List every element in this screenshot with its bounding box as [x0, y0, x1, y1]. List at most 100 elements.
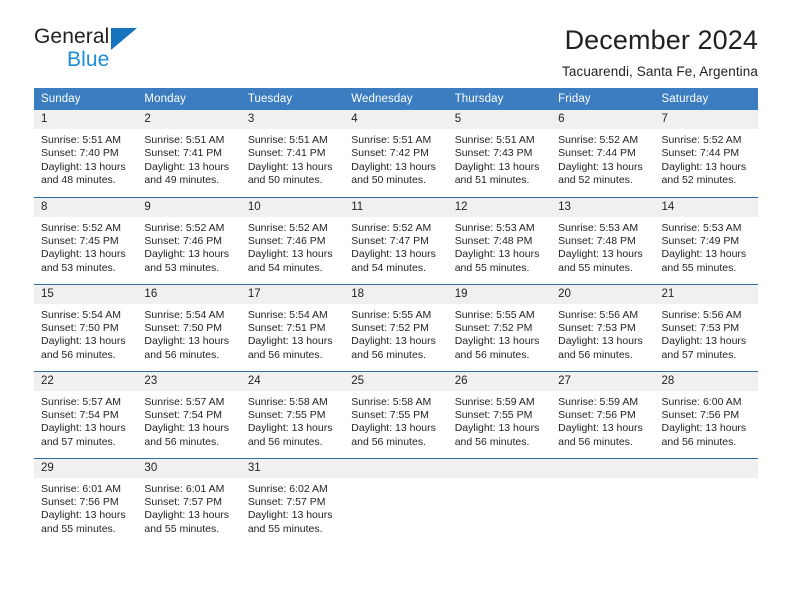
sunrise-text: Sunrise: 6:02 AM	[247, 482, 328, 495]
day-number: 6	[551, 110, 655, 129]
page-header: General Blue December 2024 Tacuarendi, S…	[0, 0, 792, 80]
calendar-day-cell[interactable]: 13 Sunrise: 5:53 AM Sunset: 7:48 PM Dayligh…	[551, 196, 655, 284]
calendar-day-cell[interactable]: 2 Sunrise: 5:51 AM Sunset: 7:41 PM Daylight…	[137, 110, 241, 197]
day-detail-block: Sunrise: 5:59 AM Sunset: 7:56 PM Daylight:…	[551, 391, 654, 450]
daylight-text-line2: and 56 minutes.	[558, 435, 633, 448]
calendar-day-cell[interactable]: 22 Sunrise: 5:57 AM Sunset: 7:54 PM Dayligh…	[34, 370, 138, 458]
daylight-text-line1: Daylight: 13 hours	[558, 422, 643, 435]
daylight-text-line1: Daylight: 13 hours	[661, 160, 747, 173]
calendar-day-cell[interactable]: 21 Sunrise: 5:56 AM Sunset: 7:53 PM Dayligh…	[654, 283, 758, 371]
sunrise-text: Sunrise: 5:54 AM	[41, 308, 121, 321]
day-number: 8	[34, 197, 138, 217]
daylight-text-line2: and 56 minutes.	[144, 348, 220, 361]
daylight-text-line1: Daylight: 13 hours	[41, 248, 126, 261]
day-detail-block: Sunrise: 5:57 AM Sunset: 7:54 PM Daylight:…	[137, 391, 240, 450]
sunrise-text: Sunrise: 5:52 AM	[558, 134, 639, 146]
calendar-week-row: 15 Sunrise: 5:54 AM Sunset: 7:50 PM Dayligh…	[34, 283, 758, 371]
sunrise-text: Sunrise: 5:55 AM	[454, 308, 535, 321]
sunset-text: Sunset: 7:54 PM	[144, 408, 223, 421]
day-detail-block: Sunrise: 5:56 AM Sunset: 7:53 PM Daylight:…	[655, 304, 758, 363]
calendar-day-cell[interactable]: 15 Sunrise: 5:54 AM Sunset: 7:50 PM Dayligh…	[34, 283, 138, 371]
daylight-text-line2: and 54 minutes.	[351, 261, 426, 274]
sunset-text: Sunset: 7:41 PM	[247, 147, 326, 160]
calendar-day-cell[interactable]: 29 Sunrise: 6:01 AM Sunset: 7:56 PM Dayligh…	[34, 457, 138, 545]
weekday-header-sunday: Sunday	[34, 88, 138, 110]
weekday-header-friday: Friday	[551, 88, 655, 110]
calendar-day-cell[interactable]: 16 Sunrise: 5:54 AM Sunset: 7:50 PM Dayligh…	[137, 283, 241, 371]
calendar-day-cell[interactable]: 30 Sunrise: 6:01 AM Sunset: 7:57 PM Dayligh…	[137, 457, 241, 545]
calendar-day-cell[interactable]: 9 Sunrise: 5:52 AM Sunset: 7:46 PM Daylight…	[137, 196, 241, 284]
sunset-text: Sunset: 7:54 PM	[41, 408, 119, 421]
day-number: 5	[447, 110, 552, 129]
sunrise-text: Sunrise: 5:52 AM	[41, 221, 121, 234]
daylight-text-line1: Daylight: 13 hours	[454, 335, 540, 348]
calendar-day-cell[interactable]: 3 Sunrise: 5:51 AM Sunset: 7:41 PM Daylight…	[240, 110, 345, 197]
sunset-text: Sunset: 7:55 PM	[351, 408, 429, 421]
calendar-day-cell[interactable]: 28 Sunrise: 6:00 AM Sunset: 7:56 PM Dayligh…	[654, 370, 758, 458]
sunset-text: Sunset: 7:40 PM	[41, 147, 119, 160]
sunrise-text: Sunrise: 5:51 AM	[144, 134, 225, 146]
calendar-day-cell[interactable]: 23 Sunrise: 5:57 AM Sunset: 7:54 PM Dayligh…	[137, 370, 241, 458]
calendar-day-cell[interactable]: 11 Sunrise: 5:52 AM Sunset: 7:47 PM Dayligh…	[344, 196, 448, 284]
day-detail-block: Sunrise: 5:58 AM Sunset: 7:55 PM Daylight:…	[344, 391, 447, 450]
general-blue-logo[interactable]: General Blue	[34, 26, 154, 74]
sunrise-text: Sunrise: 5:52 AM	[247, 221, 328, 234]
calendar-day-cell[interactable]: 24 Sunrise: 5:58 AM Sunset: 7:55 PM Dayligh…	[240, 370, 345, 458]
calendar-day-cell[interactable]: 31 Sunrise: 6:02 AM Sunset: 7:57 PM Dayligh…	[240, 457, 345, 545]
day-number: 12	[447, 197, 552, 217]
sunrise-text: Sunrise: 6:01 AM	[144, 482, 225, 495]
sunset-text: Sunset: 7:47 PM	[351, 234, 429, 247]
calendar-day-cell[interactable]: 6 Sunrise: 5:52 AM Sunset: 7:44 PM Daylight…	[551, 110, 655, 197]
sunset-text: Sunset: 7:48 PM	[558, 234, 636, 247]
daylight-text-line2: and 56 minutes.	[661, 435, 737, 448]
day-number: 19	[447, 284, 552, 304]
calendar-day-cell[interactable]: 25 Sunrise: 5:58 AM Sunset: 7:55 PM Dayligh…	[344, 370, 448, 458]
sunrise-text: Sunrise: 5:51 AM	[41, 134, 121, 146]
daylight-text-line1: Daylight: 13 hours	[41, 335, 126, 348]
sunset-text: Sunset: 7:51 PM	[247, 321, 326, 334]
calendar-day-cell[interactable]: 17 Sunrise: 5:54 AM Sunset: 7:51 PM Dayligh…	[240, 283, 345, 371]
day-number: 28	[654, 371, 758, 391]
sunrise-text: Sunrise: 5:53 AM	[454, 221, 535, 234]
day-detail-block: Sunrise: 5:51 AM Sunset: 7:43 PM Daylight:…	[448, 129, 551, 188]
calendar-day-cell[interactable]: 26 Sunrise: 5:59 AM Sunset: 7:55 PM Dayligh…	[447, 370, 552, 458]
daylight-text-line1: Daylight: 13 hours	[351, 335, 436, 348]
day-detail-block: Sunrise: 5:51 AM Sunset: 7:41 PM Daylight:…	[241, 129, 344, 188]
daylight-text-line1: Daylight: 13 hours	[661, 335, 747, 348]
weekday-header-wednesday: Wednesday	[344, 88, 448, 110]
day-detail-block	[448, 478, 551, 483]
daylight-text-line1: Daylight: 13 hours	[661, 248, 747, 261]
calendar-day-cell[interactable]: 20 Sunrise: 5:56 AM Sunset: 7:53 PM Dayligh…	[551, 283, 655, 371]
day-detail-block: Sunrise: 5:56 AM Sunset: 7:53 PM Daylight:…	[551, 304, 654, 363]
day-number: 21	[654, 284, 758, 304]
calendar-day-cell[interactable]: 8 Sunrise: 5:52 AM Sunset: 7:45 PM Daylight…	[34, 196, 138, 284]
calendar-day-cell[interactable]: 19 Sunrise: 5:55 AM Sunset: 7:52 PM Dayligh…	[447, 283, 552, 371]
calendar-day-cell[interactable]: 5 Sunrise: 5:51 AM Sunset: 7:43 PM Daylight…	[447, 110, 552, 197]
page-subtitle: Tacuarendi, Santa Fe, Argentina	[562, 64, 758, 80]
daylight-text-line2: and 57 minutes.	[661, 348, 737, 361]
sunset-text: Sunset: 7:57 PM	[247, 495, 326, 508]
day-number: 7	[654, 110, 758, 129]
calendar-day-cell[interactable]: 4 Sunrise: 5:51 AM Sunset: 7:42 PM Daylight…	[344, 110, 448, 197]
day-number: 11	[344, 197, 448, 217]
day-number: 29	[34, 458, 138, 478]
day-detail-block: Sunrise: 5:53 AM Sunset: 7:48 PM Daylight:…	[448, 217, 551, 276]
sunset-text: Sunset: 7:41 PM	[144, 147, 223, 160]
sunset-text: Sunset: 7:56 PM	[558, 408, 636, 421]
calendar-day-cell[interactable]: 7 Sunrise: 5:52 AM Sunset: 7:44 PM Daylight…	[654, 110, 758, 197]
sunrise-text: Sunrise: 5:57 AM	[41, 395, 121, 408]
sunrise-text: Sunrise: 5:55 AM	[351, 308, 432, 321]
day-number: 14	[654, 197, 758, 217]
calendar-day-cell[interactable]: 10 Sunrise: 5:52 AM Sunset: 7:46 PM Dayligh…	[240, 196, 345, 284]
calendar-day-cell[interactable]: 1 Sunrise: 5:51 AM Sunset: 7:40 PM Daylight…	[34, 110, 138, 197]
calendar-day-cell[interactable]: 14 Sunrise: 5:53 AM Sunset: 7:49 PM Dayligh…	[654, 196, 758, 284]
logo-triangle-icon	[111, 28, 137, 50]
day-number: 9	[137, 197, 241, 217]
calendar-day-cell[interactable]: 27 Sunrise: 5:59 AM Sunset: 7:56 PM Dayligh…	[551, 370, 655, 458]
day-number: 10	[240, 197, 345, 217]
sunset-text: Sunset: 7:46 PM	[247, 234, 326, 247]
daylight-text-line1: Daylight: 13 hours	[454, 248, 540, 261]
daylight-text-line2: and 50 minutes.	[351, 174, 426, 187]
calendar-day-cell[interactable]: 18 Sunrise: 5:55 AM Sunset: 7:52 PM Dayligh…	[344, 283, 448, 371]
calendar-day-cell[interactable]: 12 Sunrise: 5:53 AM Sunset: 7:48 PM Dayligh…	[447, 196, 552, 284]
